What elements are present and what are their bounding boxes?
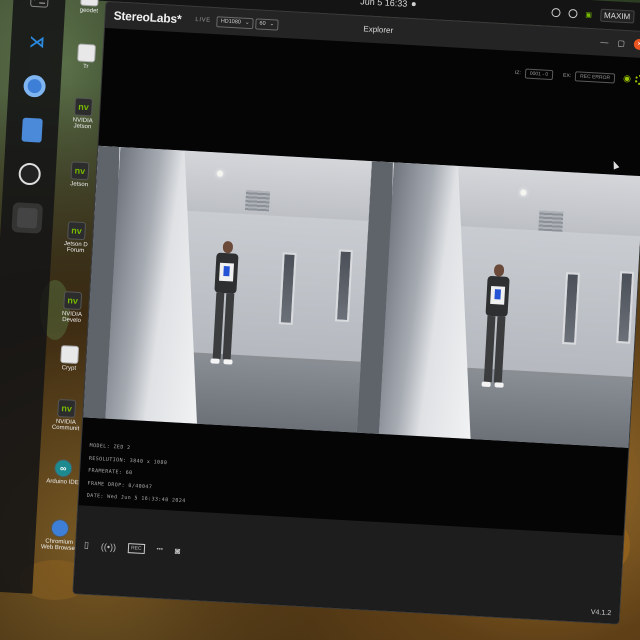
close-icon[interactable]: × bbox=[633, 38, 640, 51]
vscode-icon: ⋊ bbox=[28, 33, 46, 52]
desktop-icon[interactable]: nv NVIDIA Develo bbox=[53, 291, 91, 325]
iz-field[interactable]: 0001 - 0 bbox=[524, 67, 554, 80]
notification-dot bbox=[411, 2, 416, 7]
dock-obs[interactable] bbox=[14, 158, 46, 190]
left-camera-frame bbox=[83, 145, 372, 433]
nvidia-icon: nv bbox=[74, 97, 93, 117]
window-controls: — ▢ × bbox=[600, 37, 640, 51]
nvidia-icon: nv bbox=[63, 291, 83, 311]
rec-button[interactable]: REC bbox=[127, 542, 145, 554]
file-icon bbox=[60, 345, 80, 365]
system-tray: ▣ MAXIM ◖ ⏻ bbox=[551, 6, 640, 25]
files-icon bbox=[21, 117, 43, 143]
dock-files[interactable] bbox=[16, 114, 48, 146]
more-icon[interactable]: ••• bbox=[156, 546, 163, 552]
resolution-value: HD1080 bbox=[220, 18, 242, 26]
bottom-toolbar: ▯ ((•)) REC ••• ◙ V4.1.2 bbox=[73, 505, 626, 625]
fps-select[interactable]: 60 ⌄ bbox=[255, 17, 279, 31]
resolution-select[interactable]: HD1080 ⌄ bbox=[216, 15, 254, 29]
desktop-icon-label: Tr bbox=[82, 63, 89, 71]
camera-metadata: MODEL: ZED 2 RESOLUTION: 3840 x 1080 FRA… bbox=[86, 440, 188, 508]
desktop-icon[interactable]: nv Jetson bbox=[61, 161, 98, 189]
iz-label: IZ: bbox=[514, 69, 521, 76]
gear-icon[interactable] bbox=[634, 74, 640, 85]
camera-icon[interactable]: ◙ bbox=[175, 545, 181, 555]
desktop-icon-label: Arduino IDE bbox=[46, 478, 79, 487]
power-mode-badge[interactable]: MAXIM bbox=[599, 8, 635, 24]
desktop-icon-label: NVIDIA Communit bbox=[51, 418, 80, 433]
desktop-icon[interactable]: Chromium Web Browser bbox=[41, 518, 79, 552]
mouse-cursor bbox=[610, 159, 620, 170]
live-label: LIVE bbox=[195, 17, 211, 24]
clock-text: Jun 5 16:33 bbox=[360, 0, 408, 9]
desktop-icon-label: Jetson bbox=[70, 181, 89, 189]
maximize-icon[interactable]: ▢ bbox=[617, 39, 625, 48]
dock-chromium[interactable] bbox=[19, 70, 51, 102]
version-label: V4.1.2 bbox=[590, 609, 612, 618]
right-camera-frame bbox=[356, 161, 640, 448]
dock-vscode[interactable]: ⋊ bbox=[21, 26, 53, 58]
stereo-video-frames bbox=[83, 145, 640, 448]
dock-active-app[interactable] bbox=[11, 202, 44, 234]
viewer-toolbar: IZ: 0001 - 0 EX: REC ERROR ◉ bbox=[515, 67, 640, 85]
desktop-icon[interactable]: Crypt bbox=[51, 345, 88, 373]
ex-label: EX: bbox=[562, 72, 572, 79]
desktop-icon-label: Chromium Web Browser bbox=[40, 538, 77, 553]
desktop-icon-label: NVIDIA Jetson bbox=[72, 117, 93, 131]
nvidia-tray-icon[interactable]: ▣ bbox=[585, 10, 592, 18]
chromium-icon bbox=[22, 74, 47, 98]
chevron-down-icon: ⌄ bbox=[244, 19, 250, 27]
stream-icon[interactable]: ((•)) bbox=[101, 541, 117, 552]
desktop-icon-label: Jetson D Forum bbox=[63, 241, 88, 255]
arduino-icon: ∞ bbox=[53, 458, 73, 478]
desktop-icon[interactable]: nv NVIDIA Jetson bbox=[64, 97, 102, 131]
nvidia-icon: nv bbox=[57, 398, 77, 418]
folder-icon[interactable]: ▯ bbox=[84, 540, 90, 551]
record-icon[interactable]: ◉ bbox=[623, 73, 631, 84]
file-icon bbox=[77, 43, 97, 63]
tilted-screen: Jun 5 16:33 ▣ MAXIM ◖ ⏻ >_ ⋊ geodet Tr n… bbox=[0, 0, 640, 640]
desktop-icon-label: geodet bbox=[79, 7, 99, 15]
file-icon bbox=[80, 0, 100, 7]
nvidia-icon: nv bbox=[70, 161, 90, 181]
zed-explorer-window: StereoLabs* LIVE HD1080 ⌄ 60 ⌄ Explorer … bbox=[72, 0, 640, 625]
obs-icon bbox=[18, 162, 42, 186]
brand-logo: StereoLabs* bbox=[113, 8, 182, 27]
chevron-down-icon: ⌄ bbox=[269, 21, 275, 28]
desktop-icon[interactable]: Tr bbox=[68, 43, 105, 71]
desktop-icon[interactable]: geodet bbox=[71, 0, 108, 15]
bottom-tools: ▯ ((•)) REC ••• ◙ bbox=[84, 540, 181, 556]
chromium-icon bbox=[50, 518, 70, 538]
desktop-icon[interactable]: ∞ Arduino IDE bbox=[44, 458, 81, 486]
nvidia-icon: nv bbox=[67, 221, 87, 241]
desktop-icon[interactable]: nv NVIDIA Communit bbox=[47, 398, 85, 432]
ex-field[interactable]: REC ERROR bbox=[574, 70, 616, 84]
status-icon[interactable] bbox=[568, 8, 578, 19]
app-icon bbox=[16, 207, 38, 229]
video-viewer: IZ: 0001 - 0 EX: REC ERROR ◉ MODEL: ZED … bbox=[73, 27, 640, 625]
desktop-icon[interactable]: nv Jetson D Forum bbox=[57, 221, 95, 255]
desktop-icon-label: Crypt bbox=[61, 365, 77, 372]
minimize-icon[interactable]: — bbox=[600, 38, 608, 47]
desktop-icon-label: NVIDIA Develo bbox=[61, 311, 83, 325]
dock-terminal[interactable]: >_ bbox=[24, 0, 56, 14]
clock[interactable]: Jun 5 16:33 bbox=[360, 0, 416, 9]
network-icon[interactable] bbox=[551, 7, 561, 18]
terminal-icon: >_ bbox=[30, 0, 49, 8]
fps-value: 60 bbox=[259, 20, 266, 27]
